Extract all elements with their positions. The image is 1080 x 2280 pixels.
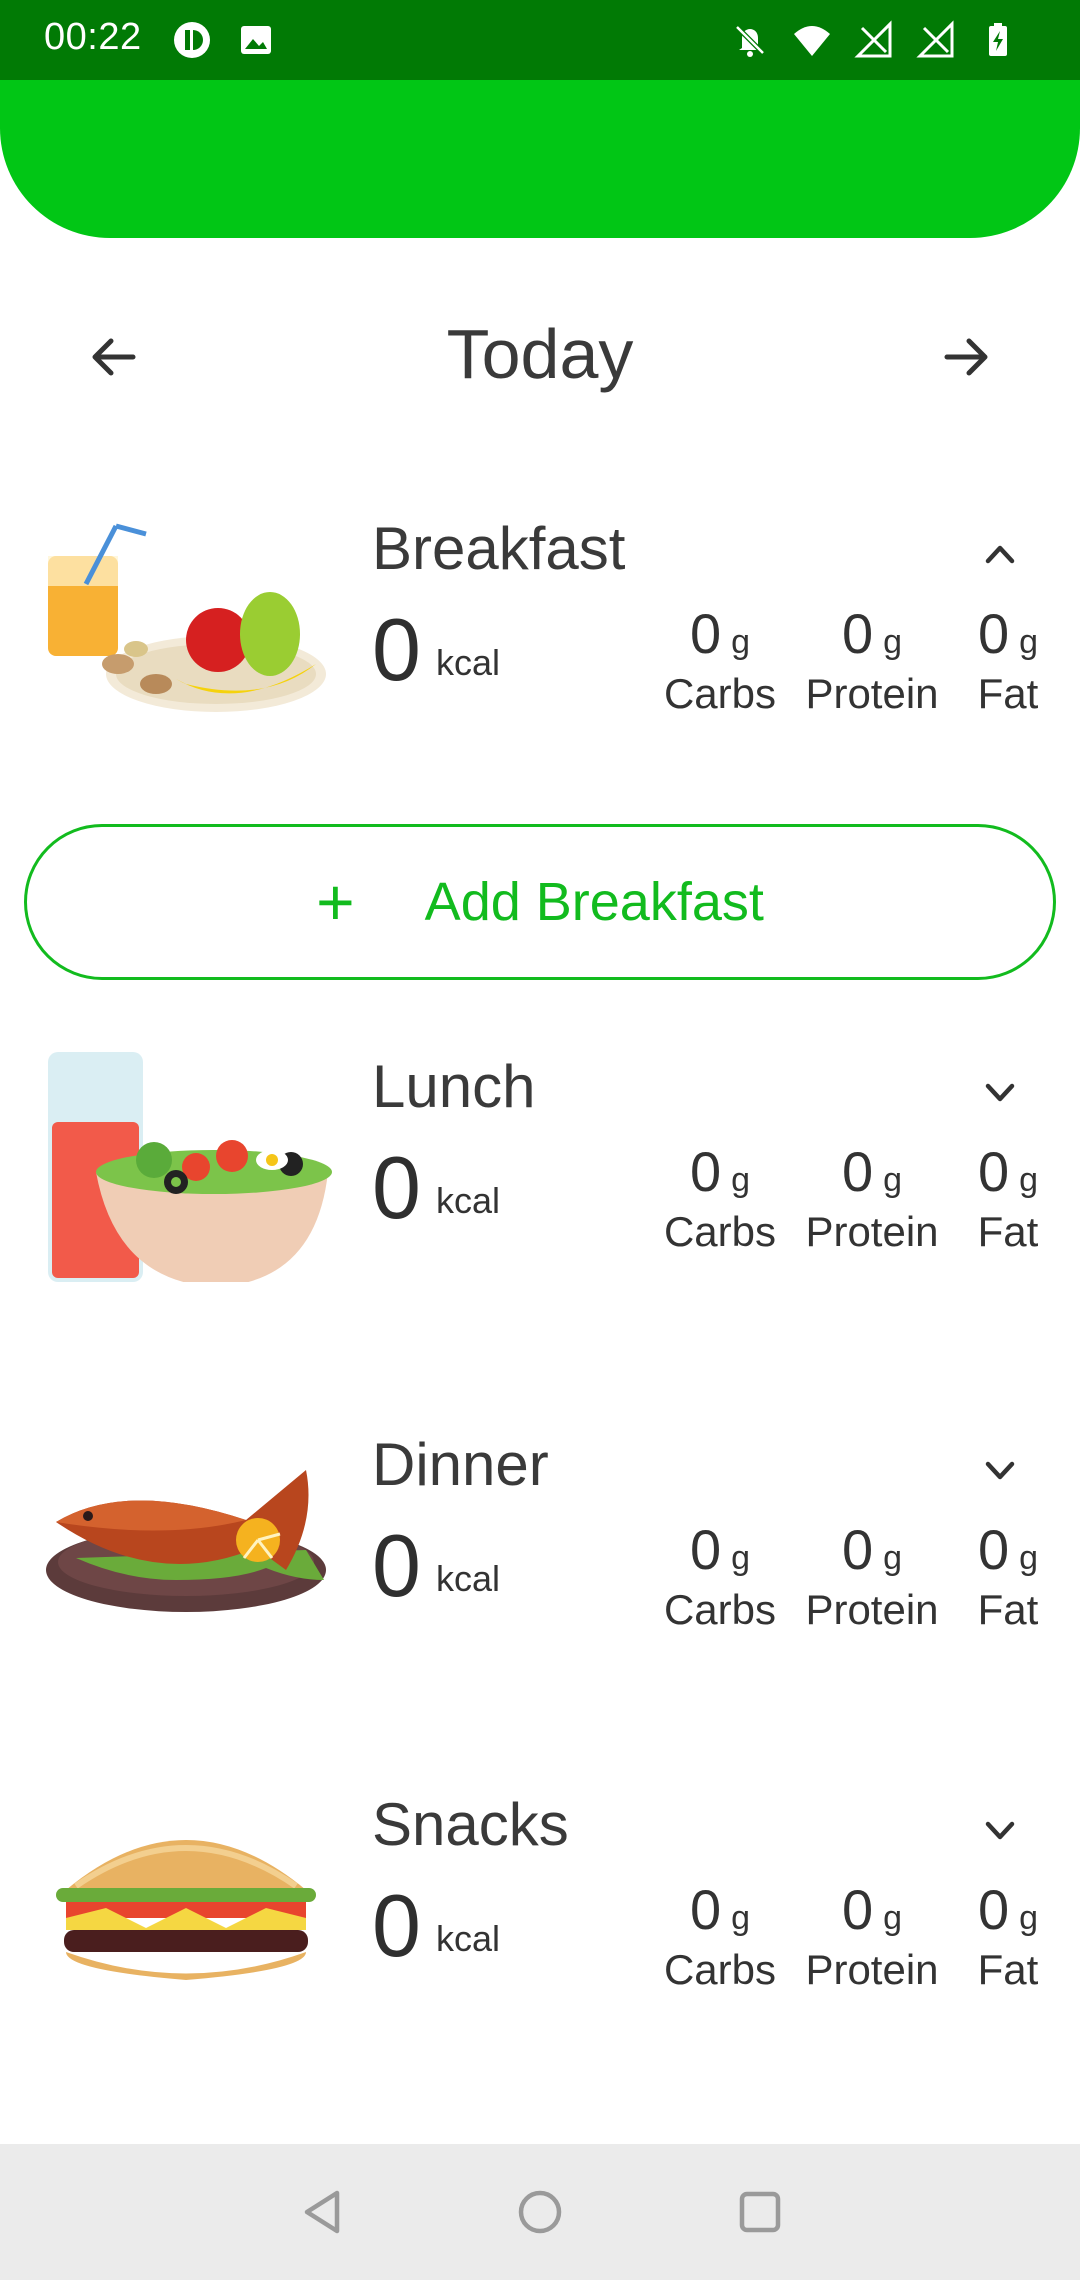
lunch-illustration — [48, 1052, 332, 1282]
protein-label: Protein — [805, 1946, 939, 1993]
chevron-down-icon[interactable] — [970, 1800, 1030, 1860]
status-bar: 00:22 — [0, 0, 1080, 80]
status-left-icons — [172, 20, 276, 60]
chevron-down-icon[interactable] — [970, 1062, 1030, 1122]
kcal-value: 0 — [372, 1516, 421, 1615]
meal-title: Snacks — [372, 1791, 569, 1858]
macro-carbs: 0g Carbs — [650, 1882, 790, 1994]
kcal-value: 0 — [372, 1138, 421, 1237]
macro-fat: 0g Fat — [956, 1522, 1060, 1634]
macro-protein: 0g Protein — [796, 1882, 948, 1994]
macro-protein: 0g Protein — [796, 1144, 948, 1256]
status-right-icons — [730, 20, 1018, 60]
wifi-icon — [794, 26, 830, 56]
tracker-app-icon — [174, 22, 210, 58]
meal-title: Breakfast — [372, 515, 626, 582]
fat-label: Fat — [977, 1946, 1039, 1993]
protein-label: Protein — [805, 670, 939, 717]
protein-unit: g — [883, 1161, 903, 1199]
protein-value: 0 — [841, 1878, 874, 1941]
meal-title: Dinner — [372, 1431, 549, 1498]
carbs-value: 0 — [689, 1140, 722, 1203]
meal-title: Lunch — [372, 1053, 536, 1120]
fat-value: 0 — [977, 1518, 1010, 1581]
kcal-value: 0 — [372, 600, 421, 699]
carbs-value: 0 — [689, 1878, 722, 1941]
carbs-label: Carbs — [663, 1946, 777, 1993]
date-title: Today — [446, 315, 634, 393]
kcal-unit: kcal — [436, 1918, 501, 1959]
meal-dinner[interactable]: Dinner 0 kcal 0g Carbs 0g Protein 0g Fat — [0, 1430, 1080, 1660]
macro-protein: 0g Protein — [796, 1522, 948, 1634]
meal-snacks[interactable]: Snacks 0 kcal 0g Carbs 0g Protein 0g Fat — [0, 1790, 1080, 2020]
macro-carbs: 0g Carbs — [650, 1522, 790, 1634]
carbs-label: Carbs — [663, 670, 777, 717]
protein-label: Protein — [805, 1586, 939, 1633]
fat-value: 0 — [977, 1878, 1010, 1941]
macro-protein: 0g Protein — [796, 606, 948, 718]
system-nav-bar — [0, 2144, 1080, 2280]
carbs-value: 0 — [689, 602, 722, 665]
back-triangle-icon[interactable] — [292, 2182, 352, 2242]
macro-fat: 0g Fat — [956, 606, 1060, 718]
breakfast-illustration — [48, 523, 326, 712]
protein-value: 0 — [841, 1140, 874, 1203]
arrow-right-icon[interactable] — [932, 322, 1002, 392]
bell-off-icon — [735, 25, 765, 57]
fat-label: Fat — [977, 1208, 1039, 1255]
fat-label: Fat — [977, 1586, 1039, 1633]
carbs-unit: g — [731, 1539, 751, 1577]
chevron-down-icon[interactable] — [970, 1440, 1030, 1500]
fat-unit: g — [1019, 1899, 1039, 1937]
macro-fat: 0g Fat — [956, 1882, 1060, 1994]
protein-value: 0 — [841, 602, 874, 665]
image-icon — [241, 26, 271, 54]
dinner-illustration — [46, 1470, 326, 1612]
header-banner — [0, 80, 1080, 238]
protein-unit: g — [883, 1539, 903, 1577]
kcal-unit: kcal — [436, 1558, 501, 1599]
carbs-unit: g — [731, 1161, 751, 1199]
protein-value: 0 — [841, 1518, 874, 1581]
status-time: 00:22 — [44, 16, 142, 58]
signal-icon — [916, 20, 954, 58]
plus-icon: + — [316, 865, 355, 939]
recents-square-icon[interactable] — [730, 2182, 790, 2242]
carbs-unit: g — [731, 1899, 751, 1937]
kcal-unit: kcal — [436, 642, 501, 683]
fat-label: Fat — [977, 670, 1039, 717]
protein-unit: g — [883, 623, 903, 661]
carbs-label: Carbs — [663, 1208, 777, 1255]
fat-unit: g — [1019, 1161, 1039, 1199]
fat-unit: g — [1019, 623, 1039, 661]
add-breakfast-button[interactable]: + Add Breakfast — [24, 824, 1056, 980]
snacks-illustration — [56, 1840, 316, 1980]
battery-charging-icon — [989, 23, 1007, 56]
fat-value: 0 — [977, 602, 1010, 665]
meal-breakfast[interactable]: Breakfast 0 kcal 0g Carbs 0g Protein 0g … — [0, 514, 1080, 744]
add-button-label: Add Breakfast — [424, 872, 764, 932]
protein-label: Protein — [805, 1208, 939, 1255]
protein-unit: g — [883, 1899, 903, 1937]
fat-unit: g — [1019, 1539, 1039, 1577]
carbs-label: Carbs — [663, 1586, 777, 1633]
meal-lunch[interactable]: Lunch 0 kcal 0g Carbs 0g Protein 0g Fat — [0, 1052, 1080, 1282]
home-circle-icon[interactable] — [510, 2182, 570, 2242]
carbs-unit: g — [731, 623, 751, 661]
date-navigation: Today — [0, 300, 1080, 410]
chevron-up-icon[interactable] — [970, 524, 1030, 584]
macro-carbs: 0g Carbs — [650, 1144, 790, 1256]
signal-icon — [854, 20, 892, 58]
kcal-value: 0 — [372, 1876, 421, 1975]
macro-fat: 0g Fat — [956, 1144, 1060, 1256]
macro-carbs: 0g Carbs — [650, 606, 790, 718]
fat-value: 0 — [977, 1140, 1010, 1203]
carbs-value: 0 — [689, 1518, 722, 1581]
kcal-unit: kcal — [436, 1180, 501, 1221]
